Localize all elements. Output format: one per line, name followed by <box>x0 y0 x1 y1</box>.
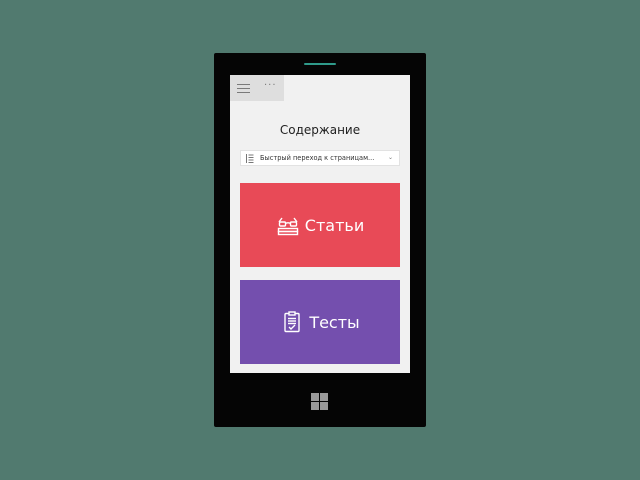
phone-frame: ··· Содержание Быстрый переход к страниц… <box>214 53 426 427</box>
articles-tile[interactable]: Статьи <box>240 183 400 267</box>
more-options-button[interactable]: ··· <box>264 79 277 93</box>
windows-logo-icon[interactable] <box>311 393 328 410</box>
tests-label: Тесты <box>309 312 360 332</box>
clipboard-check-icon <box>284 311 301 333</box>
chevron-down-icon: ⌄ <box>387 154 393 161</box>
articles-label: Статьи <box>304 215 365 235</box>
app-bar: ··· <box>230 75 284 101</box>
desktop-background: ··· Содержание Быстрый переход к страниц… <box>0 0 640 480</box>
reading-glasses-books-icon <box>277 217 298 236</box>
quick-jump-select[interactable]: Быстрый переход к страницам... ⌄ <box>240 150 400 166</box>
phone-speaker <box>304 63 336 65</box>
phone-screen: ··· Содержание Быстрый переход к страниц… <box>230 75 410 373</box>
page-title: Содержание <box>279 123 361 137</box>
list-icon <box>246 154 254 163</box>
hamburger-icon[interactable] <box>237 84 250 93</box>
quick-jump-value: Быстрый переход к страницам... <box>260 154 375 162</box>
tests-tile[interactable]: Тесты <box>240 280 400 364</box>
